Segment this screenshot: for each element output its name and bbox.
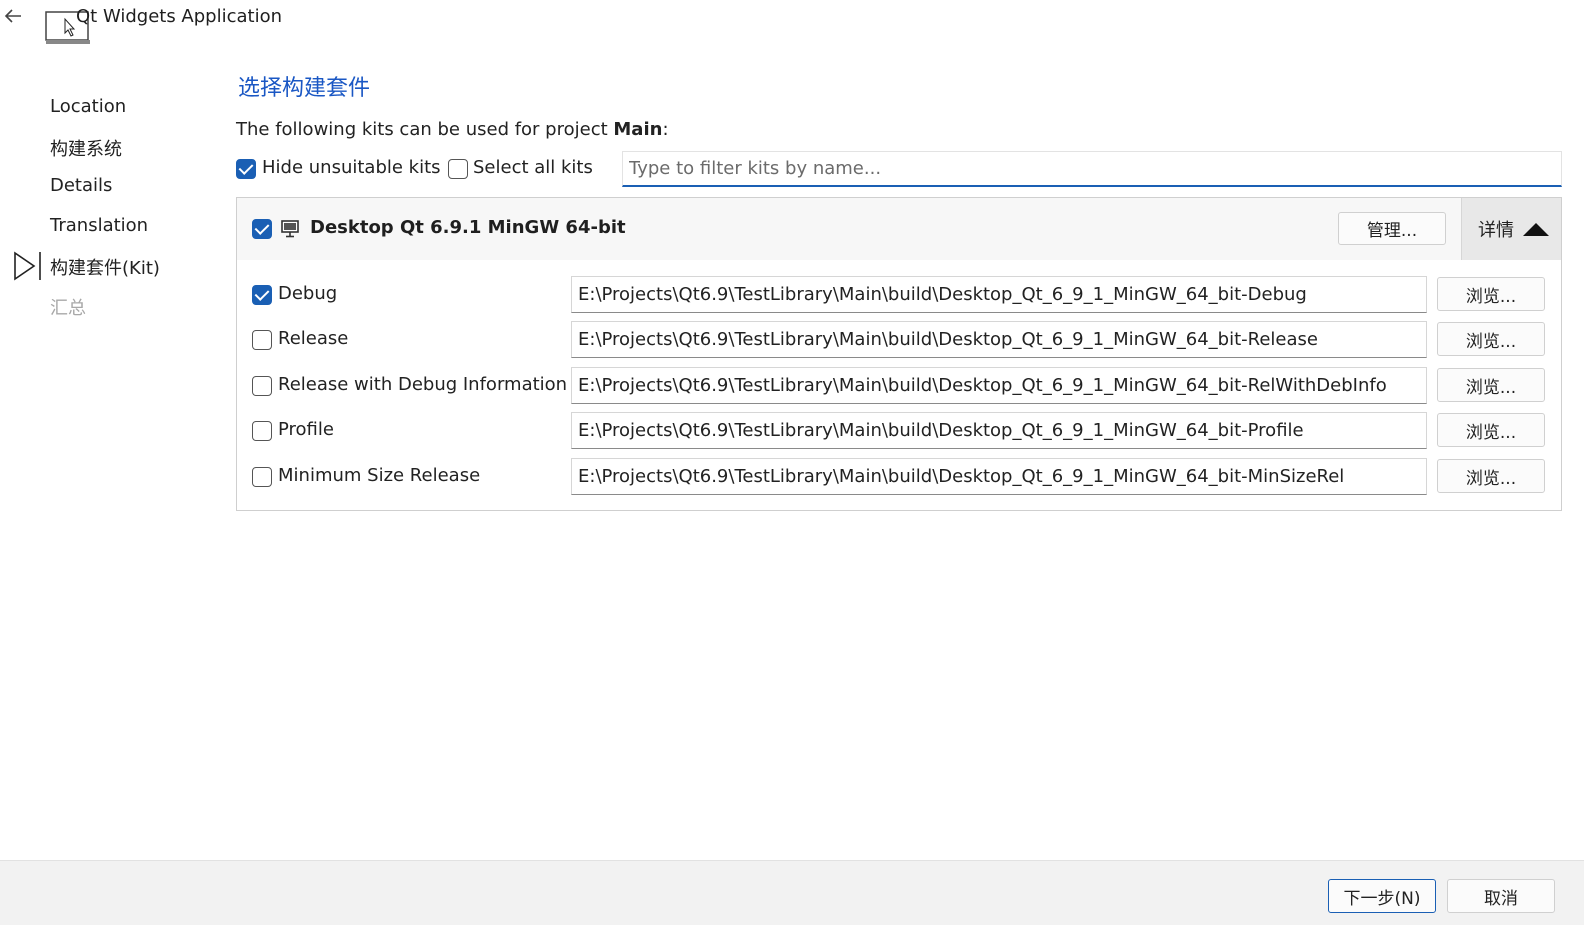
kit-header: Desktop Qt 6.9.1 MinGW 64-bit 管理... 详情 [237,198,1561,260]
browse-button[interactable]: 浏览... [1437,459,1545,493]
config-label[interactable]: Release [278,328,348,349]
back-arrow-icon[interactable] [2,5,24,27]
intro-suffix: : [662,119,669,140]
kit-panel: Desktop Qt 6.9.1 MinGW 64-bit 管理... 详情 D… [236,197,1562,511]
step-location: Location [50,96,127,117]
step-kits: 构建套件(Kit) [50,258,160,279]
current-step-arrow-icon [14,251,41,281]
step-translation: Translation [50,215,149,236]
hide-unsuitable-checkbox[interactable] [236,159,256,179]
window-title: Qt Widgets Application [76,6,283,27]
details-toggle-button[interactable]: 详情 [1461,198,1561,260]
cancel-button[interactable]: 取消 [1447,879,1555,913]
config-checkbox[interactable] [252,330,272,350]
browse-button[interactable]: 浏览... [1437,413,1545,447]
step-summary: 汇总 [50,298,86,319]
browse-button[interactable]: 浏览... [1437,277,1545,311]
config-label[interactable]: Profile [278,419,334,440]
config-label[interactable]: Debug [278,283,337,304]
config-checkbox[interactable] [252,285,272,305]
intro-prefix: The following kits can be used for proje… [236,119,614,140]
triangle-up-icon [1523,223,1549,236]
browse-button[interactable]: 浏览... [1437,322,1545,356]
intro-text: The following kits can be used for proje… [236,119,669,140]
build-path-field[interactable]: E:\Projects\Qt6.9\TestLibrary\Main\build… [571,412,1427,449]
build-path-field[interactable]: E:\Projects\Qt6.9\TestLibrary\Main\build… [571,367,1427,404]
select-all-label[interactable]: Select all kits [473,157,593,178]
build-path-field[interactable]: E:\Projects\Qt6.9\TestLibrary\Main\build… [571,321,1427,358]
config-checkbox[interactable] [252,376,272,396]
step-build-system: 构建系统 [50,139,122,160]
config-checkbox[interactable] [252,421,272,441]
config-label[interactable]: Release with Debug Information [278,374,567,395]
step-details: Details [50,175,113,196]
next-button[interactable]: 下一步(N) [1328,879,1436,913]
config-checkbox[interactable] [252,467,272,487]
page-title: 选择构建套件 [238,76,371,101]
select-all-checkbox[interactable] [448,159,468,179]
kit-filter-input[interactable] [622,151,1562,187]
hide-unsuitable-label[interactable]: Hide unsuitable kits [262,157,441,178]
build-path-field[interactable]: E:\Projects\Qt6.9\TestLibrary\Main\build… [571,276,1427,313]
monitor-icon [281,220,299,238]
kit-name: Desktop Qt 6.9.1 MinGW 64-bit [310,217,626,238]
manage-button[interactable]: 管理... [1338,212,1446,245]
kit-checkbox[interactable] [252,219,272,239]
details-label: 详情 [1478,220,1514,241]
wizard-footer: 下一步(N) 取消 [0,860,1584,925]
config-label[interactable]: Minimum Size Release [278,465,480,486]
browse-button[interactable]: 浏览... [1437,368,1545,402]
project-name: Main [613,119,663,140]
build-path-field[interactable]: E:\Projects\Qt6.9\TestLibrary\Main\build… [571,458,1427,495]
